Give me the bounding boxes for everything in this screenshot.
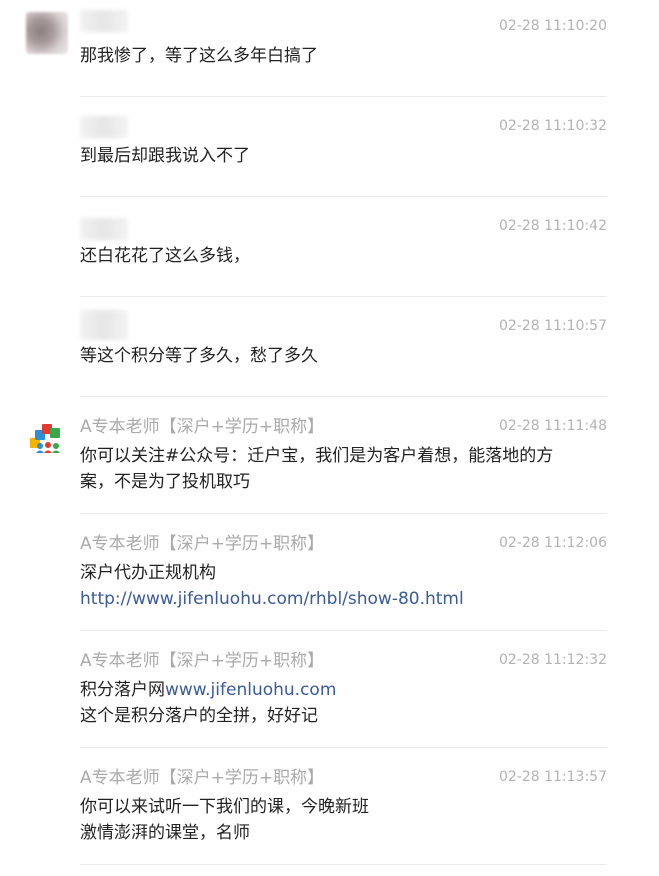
message-text[interactable]: 你可以来试听一下我们的课，今晚新班 激情澎湃的课堂，名师: [80, 794, 600, 846]
message-timestamp: 02-28 11:12:06: [498, 535, 607, 551]
avatar[interactable]: [26, 12, 68, 54]
colorful-people-logo-icon[interactable]: [26, 416, 68, 458]
sender-name-blurred: [80, 310, 128, 340]
message-line: 激情澎湃的课堂，名师: [80, 823, 250, 843]
message-divider: [80, 513, 606, 514]
sender-name[interactable]: A专本老师【深户+学历+职称】: [80, 767, 324, 789]
message-divider: [80, 864, 606, 865]
message-divider: [80, 630, 606, 631]
message-timestamp: 02-28 11:10:57: [498, 318, 607, 334]
message-text[interactable]: 你可以关注#公众号：迁户宝，我们是为客户着想，能落地的方 案，不是为了投机取巧: [80, 443, 600, 495]
message-line: 等这个积分等了多久，愁了多久: [80, 346, 318, 366]
message-timestamp: 02-28 11:12:32: [498, 652, 607, 668]
message-link[interactable]: http://www.jifenluohu.com/rhbl/show-80.h…: [80, 589, 464, 609]
message-text[interactable]: 深户代办正规机构 http://www.jifenluohu.com/rhbl/…: [80, 560, 600, 612]
message-timestamp: 02-28 11:13:57: [498, 769, 607, 785]
sender-name[interactable]: A专本老师【深户+学历+职称】: [80, 533, 324, 555]
message-divider: [80, 296, 606, 297]
message-line: 到最后却跟我说入不了: [80, 146, 250, 166]
message-timestamp: 02-28 11:10:20: [498, 18, 607, 34]
message-line: 你可以关注#公众号：迁户宝，我们是为客户着想，能落地的方: [80, 446, 554, 466]
message-line: 那我惨了，等了这么多年白搞了: [80, 46, 318, 66]
colorful-people-logo-icon: [30, 424, 60, 453]
message-text[interactable]: 到最后却跟我说入不了: [80, 143, 600, 169]
message-line: 还白花花了这么多钱，: [80, 246, 250, 266]
message-divider: [80, 196, 606, 197]
message-line: 案，不是为了投机取巧: [80, 472, 250, 492]
message-text[interactable]: 那我惨了，等了这么多年白搞了: [80, 43, 600, 69]
message-text[interactable]: 积分落户网www.jifenluohu.com 这个是积分落户的全拼，好好记: [80, 677, 600, 729]
message-text[interactable]: 等这个积分等了多久，愁了多久: [80, 343, 600, 369]
message-line: 深户代办正规机构: [80, 563, 216, 583]
sender-name[interactable]: A专本老师【深户+学历+职称】: [80, 650, 324, 672]
sender-name-blurred: [80, 116, 128, 138]
sender-name[interactable]: A专本老师【深户+学历+职称】: [80, 416, 324, 438]
message-line: 这个是积分落户的全拼，好好记: [80, 706, 318, 726]
message-divider: [80, 396, 606, 397]
message-timestamp: 02-28 11:11:48: [498, 418, 607, 434]
message-timestamp: 02-28 11:10:42: [498, 218, 607, 234]
message-text[interactable]: 还白花花了这么多钱，: [80, 243, 600, 269]
message-line: 你可以来试听一下我们的课，今晚新班: [80, 797, 369, 817]
message-link[interactable]: www.jifenluohu.com: [165, 680, 336, 700]
sender-name-blurred: [80, 10, 128, 32]
message-timestamp: 02-28 11:10:32: [498, 118, 607, 134]
message-divider: [80, 747, 606, 748]
message-divider: [80, 96, 606, 97]
chat-message-list: 02-28 11:10:20 那我惨了，等了这么多年白搞了 02-28 11:1…: [0, 0, 659, 876]
message-line-prefix: 积分落户网: [80, 680, 165, 700]
sender-name-blurred: [80, 218, 128, 240]
